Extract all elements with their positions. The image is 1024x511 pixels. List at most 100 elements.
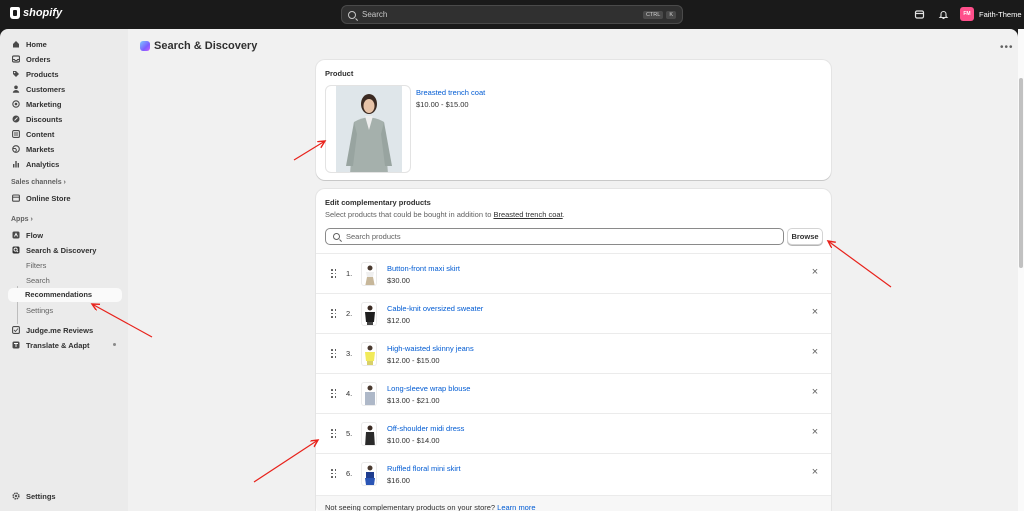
sidebar-item-label: Discounts <box>26 114 63 124</box>
chevron-right-icon: › <box>63 179 66 186</box>
row-product-link[interactable]: Long-sleeve wrap blouse <box>387 384 470 393</box>
page-title: Search & Discovery <box>140 40 257 52</box>
sidebar-subitem-filters[interactable]: Filters <box>26 261 46 270</box>
discount-icon <box>12 115 20 123</box>
row-price: $13.00 - $21.00 <box>387 396 440 405</box>
sidebar-subitem-settings[interactable]: Settings <box>26 306 53 315</box>
chevron-right-icon: › <box>30 216 33 223</box>
apps-heading[interactable]: Apps › <box>11 216 33 223</box>
sidebar-subitem-recommendations[interactable]: Recommendations <box>8 288 122 302</box>
row-product-link[interactable]: Button-front maxi skirt <box>387 264 460 273</box>
product-image[interactable] <box>325 85 411 173</box>
complementary-row: 3. High-waisted skinny jeans $12.00 - $1… <box>316 333 831 373</box>
global-search-placeholder: Search <box>362 10 388 19</box>
row-number: 4. <box>346 389 353 398</box>
orders-icon <box>11 55 21 63</box>
row-price: $10.00 - $14.00 <box>387 436 440 445</box>
shopify-logo[interactable]: shopify <box>10 7 62 19</box>
store-icon[interactable] <box>914 9 925 20</box>
product-thumbnail <box>361 262 377 286</box>
remove-x-icon[interactable]: × <box>810 267 820 278</box>
sales-channels-heading[interactable]: Sales channels › <box>11 179 66 186</box>
product-thumbnail <box>361 342 377 366</box>
sidebar-item-flow[interactable]: Flow <box>6 228 122 242</box>
row-product-link[interactable]: Cable-knit oversized sweater <box>387 304 483 313</box>
sidebar-item-label: Online Store <box>26 193 71 203</box>
complementary-title: Edit complementary products <box>325 198 431 207</box>
drag-handle-icon[interactable] <box>331 269 337 278</box>
sidebar-item-marketing[interactable]: Marketing <box>6 97 122 111</box>
sidebar-item-translate[interactable]: Translate & Adapt <box>6 338 122 352</box>
sidebar-item-judgeme[interactable]: Judge.me Reviews <box>6 323 122 337</box>
remove-x-icon[interactable]: × <box>810 307 820 318</box>
learn-more-link[interactable]: Learn more <box>497 503 535 511</box>
product-thumbnail <box>361 462 377 486</box>
description-product-link[interactable]: Breasted trench coat <box>493 210 562 219</box>
complementary-row: 5. Off-shoulder midi dress $10.00 - $14.… <box>316 413 831 453</box>
more-actions-icon[interactable]: ••• <box>1000 42 1014 53</box>
search-icon <box>348 10 356 19</box>
store-menu[interactable]: FM Faith-Theme <box>960 7 1022 21</box>
complementary-row: 1. Button-front maxi skirt $30.00 × <box>316 253 831 293</box>
keyboard-shortcut: CTRL K <box>640 10 676 19</box>
globe-icon <box>12 145 20 153</box>
sidebar-item-markets[interactable]: Markets <box>6 142 122 156</box>
sidebar-item-content[interactable]: Content <box>6 127 122 141</box>
footer-note: Not seeing complementary products on you… <box>325 503 536 511</box>
global-search-input[interactable]: Search CTRL K <box>341 5 683 24</box>
row-number: 3. <box>346 349 353 358</box>
product-thumbnail <box>361 382 377 406</box>
description-text: Select products that could be bought in … <box>325 210 494 219</box>
sidebar-item-label: Flow <box>26 230 44 240</box>
footer-text: Not seeing complementary products on you… <box>325 503 498 511</box>
judgeme-icon <box>12 326 20 334</box>
search-products-input[interactable]: Search products <box>325 228 784 245</box>
remove-x-icon[interactable]: × <box>810 427 820 438</box>
sidebar-item-online-store[interactable]: Online Store <box>6 191 122 205</box>
drag-handle-icon[interactable] <box>331 349 337 358</box>
sidebar-subitem-search[interactable]: Search <box>26 276 50 285</box>
sidebar-item-analytics[interactable]: Analytics <box>6 157 122 171</box>
sidebar-item-products[interactable]: Products <box>6 67 122 81</box>
sidebar-item-discounts[interactable]: Discounts <box>6 112 122 126</box>
row-product-link[interactable]: Off-shoulder midi dress <box>387 424 464 433</box>
sidebar-item-label: Customers <box>26 84 66 94</box>
sidebar-item-label: Content <box>26 129 55 139</box>
sidebar-item-label: Settings <box>26 491 56 501</box>
drag-handle-icon[interactable] <box>331 429 337 438</box>
complementary-row: 2. Cable-knit oversized sweater $12.00 × <box>316 293 831 333</box>
complementary-row: 4. Long-sleeve wrap blouse $13.00 - $21.… <box>316 373 831 413</box>
row-price: $12.00 <box>387 316 410 325</box>
sidebar-item-search-discovery[interactable]: Search & Discovery <box>6 243 122 257</box>
product-card: Product Breasted trench coat $10.00 - $1… <box>316 60 831 180</box>
product-price: $10.00 - $15.00 <box>416 100 469 109</box>
remove-x-icon[interactable]: × <box>810 347 820 358</box>
sidebar-item-customers[interactable]: Customers <box>6 82 122 96</box>
browse-button[interactable]: Browse <box>787 228 823 245</box>
top-bar: shopify Search CTRL K FM Faith-Theme <box>0 0 1024 29</box>
sidebar-item-home[interactable]: Home <box>6 37 122 51</box>
row-number: 2. <box>346 309 353 318</box>
sidebar-item-settings[interactable]: Settings <box>6 489 122 503</box>
sidebar-item-label: Translate & Adapt <box>26 340 90 350</box>
remove-x-icon[interactable]: × <box>810 467 820 478</box>
apps-label: Apps <box>11 216 29 223</box>
drag-handle-icon[interactable] <box>331 309 337 318</box>
scrollbar-thumb[interactable] <box>1019 78 1023 268</box>
sidebar-item-orders[interactable]: Orders <box>6 52 122 66</box>
remove-x-icon[interactable]: × <box>810 387 820 398</box>
target-icon <box>12 100 20 108</box>
complementary-products-card: Edit complementary products Select produ… <box>316 189 831 511</box>
drag-handle-icon[interactable] <box>331 389 337 398</box>
tag-icon <box>12 70 20 78</box>
flow-icon <box>12 231 20 239</box>
pin-dot-icon[interactable] <box>113 343 116 346</box>
bell-icon[interactable] <box>938 9 949 20</box>
sidebar-item-label: Products <box>26 69 59 79</box>
drag-handle-icon[interactable] <box>331 469 337 478</box>
store-name: Faith-Theme <box>979 9 1022 19</box>
row-product-link[interactable]: High-waisted skinny jeans <box>387 344 474 353</box>
product-name-link[interactable]: Breasted trench coat <box>416 88 485 97</box>
row-price: $12.00 - $15.00 <box>387 356 440 365</box>
row-product-link[interactable]: Ruffled floral mini skirt <box>387 464 461 473</box>
